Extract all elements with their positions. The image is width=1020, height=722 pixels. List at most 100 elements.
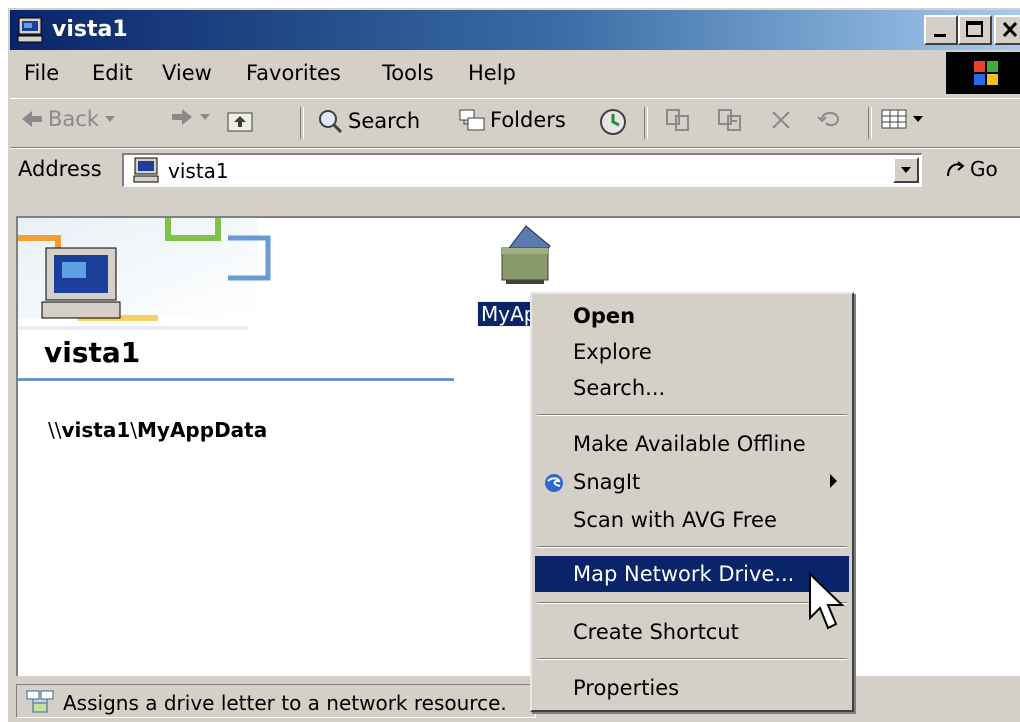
menu-separator xyxy=(537,546,847,548)
toolbar-separator xyxy=(868,107,872,139)
folders-icon xyxy=(459,109,485,131)
dropdown-arrow-icon xyxy=(200,114,210,120)
back-button[interactable]: Back xyxy=(20,107,117,131)
standard-toolbar: Back Search Folders xyxy=(10,98,1020,148)
maximize-icon xyxy=(966,21,983,37)
menu-separator xyxy=(537,414,847,416)
computer-icon xyxy=(133,157,159,183)
address-dropdown-button[interactable] xyxy=(893,157,919,183)
folder-content-pane: vista1 \\vista1\MyAppData MyAp xyxy=(16,216,1020,676)
menu-item-search[interactable]: Search... xyxy=(535,370,849,406)
move-to-icon xyxy=(666,109,689,131)
page-title: vista1 xyxy=(44,336,141,369)
unc-server: vista1 xyxy=(61,418,131,442)
menu-separator xyxy=(537,602,847,604)
menu-item-label: Create Shortcut xyxy=(573,620,739,644)
network-drive-icon xyxy=(26,690,54,713)
copy-to-icon xyxy=(718,109,741,131)
dropdown-arrow-icon xyxy=(104,116,115,122)
folders-label: Folders xyxy=(490,108,566,132)
menu-tools[interactable]: Tools xyxy=(382,61,434,85)
menu-item-snagit[interactable]: SnagIt xyxy=(535,464,849,500)
minimize-button[interactable] xyxy=(924,15,958,45)
search-icon xyxy=(319,110,343,134)
status-bar: Assigns a drive letter to a network reso… xyxy=(10,680,1020,722)
menu-item-open[interactable]: Open xyxy=(535,298,849,334)
forward-arrow-icon xyxy=(172,109,192,125)
menu-item-label: Explore xyxy=(573,340,652,364)
status-text: Assigns a drive letter to a network reso… xyxy=(63,691,507,715)
menu-item-label: Scan with AVG Free xyxy=(573,508,777,532)
menu-bar: File Edit View Favorites Tools Help xyxy=(10,52,1020,94)
explorer-window: vista1 File Edit View Favorites Tools He… xyxy=(6,6,1020,722)
mouse-pointer-icon xyxy=(809,572,845,630)
delete-icon xyxy=(772,111,790,129)
menu-item-map-network-drive[interactable]: Map Network Drive... xyxy=(535,556,849,592)
status-panel: Assigns a drive letter to a network reso… xyxy=(16,684,536,718)
menu-item-create-shortcut[interactable]: Create Shortcut xyxy=(535,614,849,650)
menu-favorites[interactable]: Favorites xyxy=(246,61,341,85)
menu-item-label: Open xyxy=(573,304,636,328)
up-folder-icon xyxy=(227,112,253,132)
address-label: Address xyxy=(18,157,102,181)
menu-separator xyxy=(537,658,847,660)
toolbar-separator xyxy=(300,107,304,139)
views-button[interactable] xyxy=(880,107,924,131)
menu-view[interactable]: View xyxy=(162,61,212,85)
menu-item-label: Search... xyxy=(573,376,666,400)
go-label: Go xyxy=(970,157,998,181)
go-button[interactable]: Go xyxy=(944,157,998,181)
maximize-button[interactable] xyxy=(958,15,992,45)
delete-button[interactable] xyxy=(768,107,794,133)
back-label: Back xyxy=(48,107,99,131)
minimize-icon xyxy=(934,34,946,37)
search-button[interactable]: Search xyxy=(316,107,420,135)
menu-item-explore[interactable]: Explore xyxy=(535,334,849,370)
menu-help[interactable]: Help xyxy=(468,61,516,85)
menu-item-label: Properties xyxy=(573,676,680,700)
forward-button[interactable] xyxy=(170,107,212,127)
context-menu: Open Explore Search... Make Available Of… xyxy=(530,292,854,712)
close-button[interactable] xyxy=(994,15,1020,45)
unc-share: MyAppData xyxy=(137,418,268,442)
menu-edit[interactable]: Edit xyxy=(92,61,133,85)
folders-button[interactable]: Folders xyxy=(458,107,566,133)
menu-item-scan-avg[interactable]: Scan with AVG Free xyxy=(535,502,849,538)
copy-to-button[interactable] xyxy=(716,107,744,133)
address-input[interactable]: vista1 xyxy=(122,153,922,187)
history-icon xyxy=(600,109,626,135)
menu-item-label: SnagIt xyxy=(573,470,641,494)
close-icon xyxy=(1002,21,1018,38)
menu-item-make-available-offline[interactable]: Make Available Offline xyxy=(535,426,849,462)
windows-logo xyxy=(946,52,1020,94)
unc-path: \\vista1\MyAppData xyxy=(48,418,267,442)
undo-button[interactable] xyxy=(816,107,844,131)
heading-divider xyxy=(18,378,454,381)
search-label: Search xyxy=(348,109,421,133)
menu-item-label: Map Network Drive... xyxy=(573,562,795,586)
chevron-down-icon xyxy=(901,167,911,173)
dropdown-arrow-icon xyxy=(913,116,923,122)
menu-item-properties[interactable]: Properties xyxy=(535,670,849,706)
windows-flag-icon xyxy=(974,61,998,85)
move-to-button[interactable] xyxy=(664,107,692,133)
views-icon xyxy=(881,109,907,129)
menu-file[interactable]: File xyxy=(24,61,59,85)
shared-folder-icon[interactable] xyxy=(496,222,556,286)
up-folder-button[interactable] xyxy=(226,107,254,133)
toolbar-separator xyxy=(644,107,648,139)
submenu-arrow-icon xyxy=(830,474,837,488)
history-button[interactable] xyxy=(598,107,628,137)
snagit-icon xyxy=(545,474,563,492)
address-value: vista1 xyxy=(168,159,229,183)
title-bar[interactable]: vista1 xyxy=(10,10,1020,50)
computer-icon xyxy=(17,17,43,43)
undo-icon xyxy=(817,112,840,127)
go-arrow-icon xyxy=(947,161,965,177)
unc-prefix: \\ xyxy=(48,418,62,442)
window-title: vista1 xyxy=(52,17,128,42)
back-arrow-icon xyxy=(22,111,42,127)
menu-item-label: Make Available Offline xyxy=(573,432,806,456)
address-bar: Address vista1 Go xyxy=(10,148,1020,193)
unc-separator: \ xyxy=(130,418,138,442)
